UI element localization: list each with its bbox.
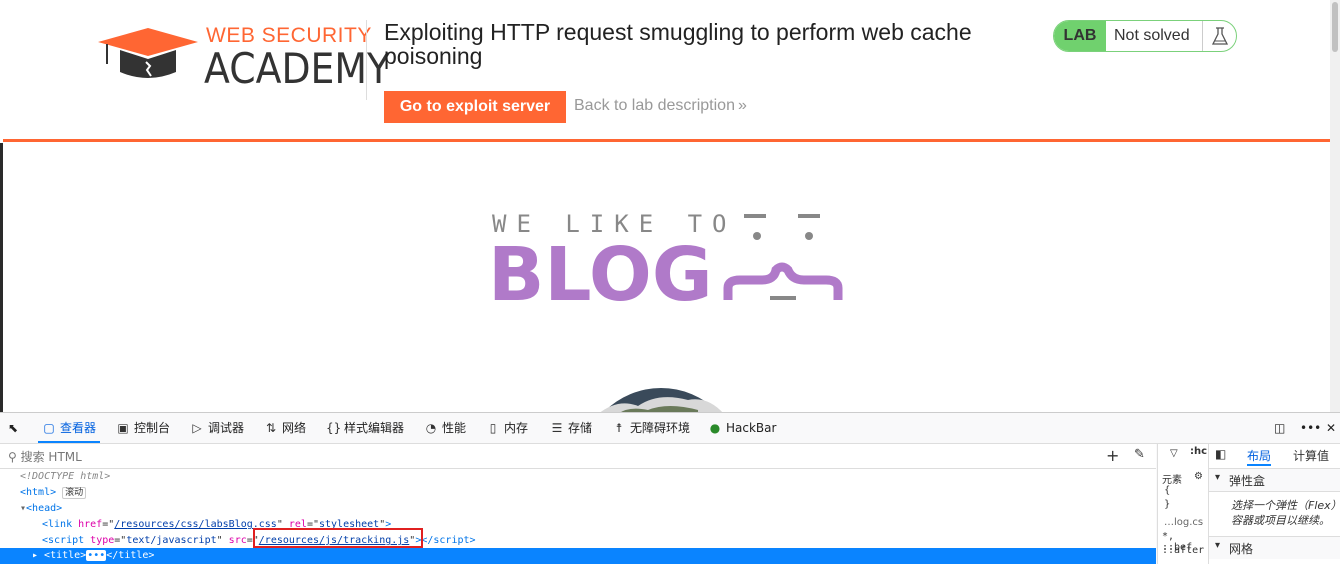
memory-icon: ▯	[489, 421, 497, 435]
style-editor-icon: {}	[326, 421, 342, 435]
close-devtools-icon[interactable]: ✕	[1326, 413, 1336, 443]
network-icon: ⇅	[265, 421, 277, 435]
tab-label: 性能	[442, 421, 467, 435]
earth-image	[598, 388, 724, 414]
grid-header: 网格	[1229, 542, 1254, 556]
toggle-sidebar-icon[interactable]: ◧	[1215, 447, 1226, 461]
html-tree: <!DOCTYPE html> <html> 滚动 ▾<head> <link …	[0, 469, 1156, 564]
tab-network[interactable]: ⇅ 网络	[264, 413, 306, 443]
pseudo-class-toggle[interactable]: :hc	[1190, 446, 1207, 457]
flexbox-header: 弹性盒	[1229, 474, 1266, 488]
expand-triangle-icon: ▾	[1215, 540, 1221, 551]
rule-brace-close: }	[1164, 499, 1171, 510]
double-chevron-right-icon: »	[737, 97, 747, 114]
lab-status-widget: LAB Not solved	[1053, 20, 1237, 52]
highlight-annotation-box	[253, 528, 423, 548]
add-node-icon[interactable]: +	[1106, 446, 1119, 465]
tab-style-editor[interactable]: {} 样式编辑器	[326, 413, 404, 443]
tab-label: 控制台	[134, 421, 171, 435]
head-node[interactable]: ▾<head>	[20, 501, 62, 517]
rules-panel: ▽ :hc 元素 ⚙ { } …log.cs *, ::bef ::after	[1157, 444, 1208, 564]
devtools-panel: ⬉ ▢ 查看器 ▣ 控制台 ▷ 调试器 ⇅ 网络 {} 样式编辑器 ◔ 性能 ▯ 内存 ☰ 存储…	[0, 412, 1340, 564]
academy-cap-logo-icon	[98, 28, 198, 78]
doctype-text: <!DOCTYPE html>	[20, 471, 111, 482]
performance-icon: ◔	[425, 421, 437, 435]
tab-storage[interactable]: ☰ 存储	[550, 413, 592, 443]
storage-icon: ☰	[551, 421, 563, 435]
title-node[interactable]: ▸ <title>•••</title>	[32, 548, 154, 564]
title-open-tag: <title>	[44, 550, 87, 561]
html-tag-text: <html>	[20, 487, 57, 498]
ellipsis-badge[interactable]: •••	[86, 550, 107, 561]
element-rule-label: 元素	[1162, 475, 1182, 486]
accessibility-icon: ☨	[615, 421, 623, 435]
head-tag-text: <head>	[26, 503, 63, 514]
script-type: text/javascript	[126, 535, 217, 546]
tab-hackbar[interactable]: ● HackBar	[708, 413, 777, 443]
tab-computed[interactable]: 计算值	[1293, 447, 1329, 464]
tab-label: 内存	[504, 421, 529, 435]
collapse-triangle-icon[interactable]: ▸	[32, 550, 44, 561]
selected-node-highlight	[0, 548, 1156, 564]
html-node[interactable]: <html> 滚动	[20, 485, 87, 501]
more-options-icon[interactable]: •••	[1300, 413, 1321, 443]
tab-performance[interactable]: ◔ 性能	[424, 413, 466, 443]
devtools-toolbar: ⬉ ▢ 查看器 ▣ 控制台 ▷ 调试器 ⇅ 网络 {} 样式编辑器 ◔ 性能 ▯ 内存 ☰ 存储…	[0, 413, 1340, 444]
rule-source-file[interactable]: …log.cs	[1164, 517, 1203, 528]
tab-label: 查看器	[60, 421, 97, 435]
tab-label: HackBar	[726, 421, 777, 435]
blog-title: BLOG	[488, 232, 713, 318]
html-search-input[interactable]: ⚲ 搜索 HTML	[8, 448, 82, 465]
tab-label: 无障碍环境	[630, 421, 691, 435]
lab-header: WEB SECURITY ACADEMY Exploiting HTTP req…	[0, 0, 1330, 143]
lab-badge: LAB	[1054, 21, 1106, 51]
rule-brace-open: {	[1164, 485, 1171, 496]
search-icon: ⚲	[8, 450, 21, 464]
tab-debugger[interactable]: ▷ 调试器	[190, 413, 244, 443]
lab-title: Exploiting HTTP request smuggling to per…	[384, 19, 972, 69]
scroll-badge[interactable]: 滚动	[62, 487, 87, 499]
tab-label: 调试器	[208, 421, 245, 435]
rule-selector-after: ::after	[1162, 545, 1205, 556]
element-picker-icon[interactable]: ⬉	[8, 413, 18, 443]
page-scrollbar[interactable]	[1330, 0, 1340, 412]
gear-icon[interactable]: ⚙	[1194, 471, 1203, 482]
search-placeholder: 搜索 HTML	[20, 450, 82, 464]
hackbar-icon: ●	[709, 421, 721, 435]
logo-text-academy: ACADEMY	[204, 44, 391, 93]
filter-icon[interactable]: ▽	[1170, 448, 1178, 459]
tab-console[interactable]: ▣ 控制台	[116, 413, 170, 443]
inspector-icon: ▢	[43, 421, 55, 435]
tab-label: 存储	[568, 421, 593, 435]
tab-label: 样式编辑器	[344, 421, 405, 435]
debugger-icon: ▷	[192, 421, 202, 435]
grid-section-header[interactable]: ▾ 网格	[1209, 536, 1340, 559]
tab-accessibility[interactable]: ☨ 无障碍环境	[612, 413, 690, 443]
tab-layout[interactable]: 布局	[1247, 447, 1272, 466]
tab-inspector[interactable]: ▢ 查看器	[38, 413, 101, 443]
back-to-lab-description-link[interactable]: Back to lab description»	[574, 97, 747, 115]
header-accent-line	[3, 139, 1330, 142]
flexbox-hint: 选择一个弹性（Flex）容器或项目以继续。	[1231, 499, 1337, 527]
lab-status-text: Not solved	[1114, 27, 1190, 44]
expand-triangle-icon: ▾	[1215, 472, 1221, 483]
html-search-row: ⚲ 搜索 HTML + ✎	[0, 444, 1156, 469]
flexbox-section-header[interactable]: ▾ 弹性盒	[1209, 468, 1340, 492]
blog-face-logo-icon	[723, 214, 843, 300]
dock-icon[interactable]: ◫	[1274, 413, 1285, 443]
title-close-tag: </title>	[106, 550, 155, 561]
flask-icon	[1202, 21, 1236, 51]
header-divider	[366, 20, 367, 100]
eyedropper-icon[interactable]: ✎	[1134, 447, 1145, 462]
console-icon: ▣	[117, 421, 129, 435]
layout-panel: ◧ 布局 计算值 ▾ 弹性盒 选择一个弹性（Flex）容器或项目以继续。 ▾ 网…	[1208, 444, 1340, 564]
back-link-label: Back to lab description	[574, 97, 735, 114]
doctype-node[interactable]: <!DOCTYPE html>	[20, 469, 110, 485]
go-to-exploit-server-button[interactable]: Go to exploit server	[384, 91, 566, 123]
tab-memory[interactable]: ▯ 内存	[486, 413, 528, 443]
scrollbar-thumb[interactable]	[1332, 2, 1338, 52]
tab-label: 网络	[282, 421, 307, 435]
